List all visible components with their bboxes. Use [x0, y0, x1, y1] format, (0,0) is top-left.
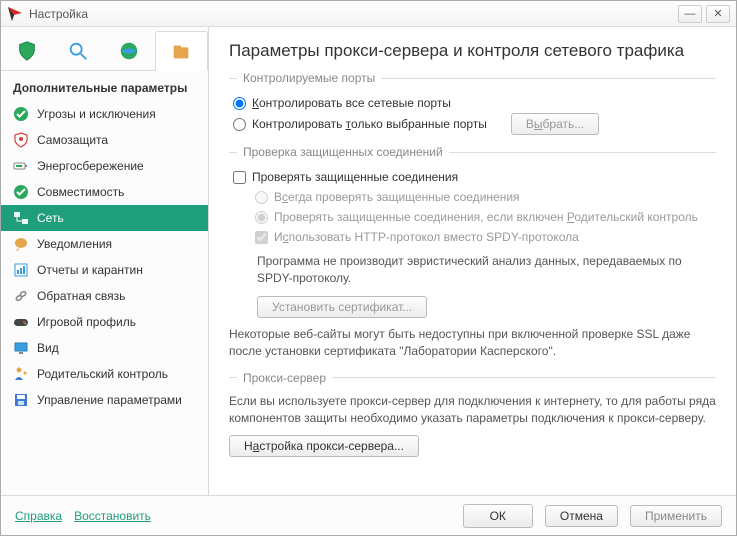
proxy-note: Если вы используете прокси-сервер для по… — [229, 393, 716, 428]
sidebar-item-parental[interactable]: Родительский контроль — [1, 361, 208, 387]
sidebar-item-label: Энергосбережение — [37, 159, 144, 173]
shield-check-icon — [13, 106, 29, 122]
ssl-legend: Проверка защищенных соединений — [229, 145, 716, 159]
spdy-note: Программа не производит эвристический ан… — [257, 253, 716, 288]
radio-monitor-selected-ports[interactable]: Контролировать только выбранные порты — [229, 114, 491, 134]
sidebar-item-label: Угрозы и исключения — [37, 107, 156, 121]
window-title: Настройка — [29, 7, 674, 21]
radio-always-label: Всегда проверять защищенные соединения — [274, 190, 520, 204]
report-icon — [13, 262, 29, 278]
sidebar-item-label: Самозащита — [37, 133, 108, 147]
content-pane: Параметры прокси-сервера и контроля сете… — [209, 27, 736, 495]
sidebar: Дополнительные параметры Угрозы и исключ… — [1, 27, 209, 495]
tab-update[interactable] — [104, 31, 155, 70]
close-button[interactable]: ✕ — [706, 5, 730, 23]
footer: Справка Восстановить ОК Отмена Применить — [1, 495, 736, 535]
check-secure-connections[interactable]: Проверять защищенные соединения — [229, 167, 716, 187]
check-icon — [13, 184, 29, 200]
radio-parental-input[interactable] — [255, 211, 268, 224]
sidebar-item-threats[interactable]: Угрозы и исключения — [1, 101, 208, 127]
page-title: Параметры прокси-сервера и контроля сете… — [229, 41, 716, 61]
sidebar-item-label: Вид — [37, 341, 59, 355]
ok-button[interactable]: ОК — [463, 504, 533, 528]
ports-legend: Контролируемые порты — [229, 71, 716, 85]
sidebar-item-label: Управление параметрами — [37, 393, 182, 407]
check-http-instead-spdy[interactable]: Использовать HTTP-протокол вместо SPDY-п… — [251, 227, 716, 247]
cancel-button[interactable]: Отмена — [545, 505, 618, 527]
sidebar-item-gaming[interactable]: Игровой профиль — [1, 309, 208, 335]
sidebar-nav: Угрозы и исключения Самозащита Энергосбе… — [1, 101, 208, 413]
sidebar-item-power[interactable]: Энергосбережение — [1, 153, 208, 179]
bell-icon — [13, 236, 29, 252]
install-cert-button[interactable]: Установить сертификат... — [257, 296, 427, 318]
sidebar-item-label: Уведомления — [37, 237, 112, 251]
apply-button[interactable]: Применить — [630, 505, 722, 527]
sidebar-item-network[interactable]: Сеть — [1, 205, 208, 231]
radio-always-input[interactable] — [255, 191, 268, 204]
link-icon — [13, 288, 29, 304]
network-icon — [13, 210, 29, 226]
sidebar-item-manage[interactable]: Управление параметрами — [1, 387, 208, 413]
check-secure-input[interactable] — [233, 171, 246, 184]
help-link[interactable]: Справка — [15, 509, 62, 523]
sidebar-item-label: Сеть — [37, 211, 64, 225]
radio-selected-label: Контролировать только выбранные порты — [252, 117, 487, 131]
app-icon — [7, 6, 23, 22]
sidebar-item-notifications[interactable]: Уведомления — [1, 231, 208, 257]
settings-window: Настройка — ✕ Дополнительные параметры — [0, 0, 737, 536]
sidebar-item-reports[interactable]: Отчеты и карантин — [1, 257, 208, 283]
check-http-input[interactable] — [255, 231, 268, 244]
proxy-settings-button[interactable]: Настройка прокси-сервера... — [229, 435, 419, 457]
proxy-fieldset: Прокси-сервер Если вы используете прокси… — [229, 371, 716, 458]
sidebar-item-label: Игровой профиль — [37, 315, 136, 329]
radio-selected-input[interactable] — [233, 118, 246, 131]
sidebar-item-label: Обратная связь — [37, 289, 125, 303]
radio-all-input[interactable] — [233, 97, 246, 110]
proxy-legend: Прокси-сервер — [229, 371, 716, 385]
parent-icon — [13, 366, 29, 382]
restore-link[interactable]: Восстановить — [74, 509, 151, 523]
radio-parental-label: Проверять защищенные соединения, если вк… — [274, 210, 698, 224]
sidebar-item-label: Отчеты и карантин — [37, 263, 143, 277]
battery-icon — [13, 158, 29, 174]
sidebar-section-title: Дополнительные параметры — [1, 71, 208, 101]
radio-check-if-parental[interactable]: Проверять защищенные соединения, если вк… — [251, 207, 716, 227]
ports-fieldset: Контролируемые порты Контролировать все … — [229, 71, 716, 135]
radio-monitor-all-ports[interactable]: Контролировать все сетевые порты — [229, 93, 716, 113]
tab-protection[interactable] — [1, 31, 52, 70]
tab-additional[interactable] — [155, 31, 208, 71]
radio-all-label: Контролировать все сетевые порты — [252, 96, 451, 110]
gamepad-icon — [13, 314, 29, 330]
tab-scan[interactable] — [52, 31, 103, 70]
tab-strip — [1, 27, 208, 71]
monitor-icon — [13, 340, 29, 356]
titlebar: Настройка — ✕ — [1, 1, 736, 27]
check-http-label: Использовать HTTP-протокол вместо SPDY-п… — [274, 230, 579, 244]
sidebar-item-label: Родительский контроль — [37, 367, 168, 381]
sidebar-item-appearance[interactable]: Вид — [1, 335, 208, 361]
shield-icon — [13, 132, 29, 148]
radio-always-check[interactable]: Всегда проверять защищенные соединения — [251, 187, 716, 207]
sidebar-item-compat[interactable]: Совместимость — [1, 179, 208, 205]
sidebar-item-label: Совместимость — [37, 185, 124, 199]
ssl-warning: Некоторые веб-сайты могут быть недоступн… — [229, 326, 716, 361]
save-icon — [13, 392, 29, 408]
check-secure-label: Проверять защищенные соединения — [252, 170, 458, 184]
sidebar-item-selfdefense[interactable]: Самозащита — [1, 127, 208, 153]
minimize-button[interactable]: — — [678, 5, 702, 23]
select-ports-button[interactable]: Выбрать... — [511, 113, 599, 135]
sidebar-item-feedback[interactable]: Обратная связь — [1, 283, 208, 309]
ssl-fieldset: Проверка защищенных соединений Проверять… — [229, 145, 716, 361]
